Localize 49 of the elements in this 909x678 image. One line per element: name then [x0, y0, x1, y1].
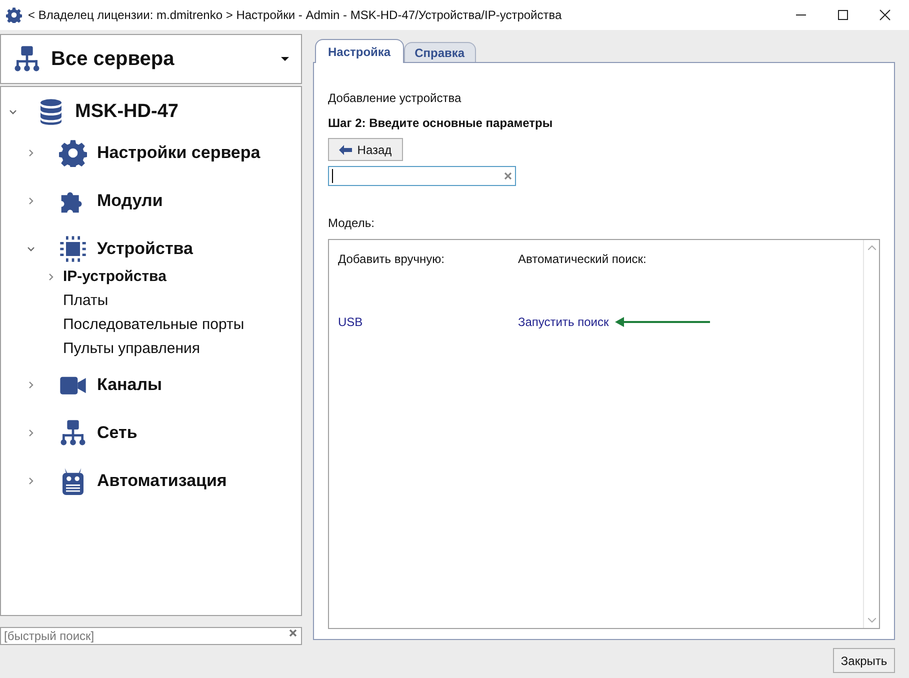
- tree-item[interactable]: Автоматизация: [97, 468, 227, 494]
- tree-item[interactable]: MSK-HD-47: [75, 98, 178, 126]
- expand-chevron-icon[interactable]: [47, 273, 55, 281]
- scroll-up-icon[interactable]: [868, 245, 876, 250]
- tree-item[interactable]: Сеть: [97, 420, 138, 446]
- tree-item[interactable]: Каналы: [97, 372, 162, 398]
- scroll-down-icon[interactable]: [868, 618, 876, 623]
- step-title: Шаг 2: Введите основные параметры: [328, 115, 554, 132]
- server-name: Все сервера: [51, 47, 174, 72]
- gear-icon: [6, 7, 22, 23]
- tree-item[interactable]: Платы: [63, 290, 108, 312]
- scrollbar[interactable]: [863, 240, 879, 628]
- column-header: Автоматический поиск:: [518, 251, 648, 268]
- network-icon: [59, 419, 87, 447]
- model-label: Модель:: [328, 215, 376, 232]
- left-arrow-icon: [339, 144, 352, 154]
- search-field[interactable]: [328, 166, 516, 186]
- expand-chevron-icon[interactable]: [27, 381, 35, 389]
- close-icon[interactable]: [879, 9, 891, 21]
- clear-icon[interactable]: [504, 172, 512, 180]
- window-title: < Владелец лицензии: m.dmitrenko > Настройки - Admin - MSK-HD-47/Устройства/IP-устройства: [28, 7, 562, 24]
- maximize-icon[interactable]: [837, 9, 849, 21]
- quick-search-field[interactable]: [быстрый поиск]: [0, 627, 302, 645]
- section-heading: Добавление устройства: [328, 90, 462, 107]
- tree-item[interactable]: Последовательные порты: [63, 314, 244, 336]
- tree-item[interactable]: Настройки сервера: [97, 140, 260, 166]
- collapse-chevron-icon[interactable]: [9, 108, 17, 116]
- link[interactable]: Запустить поиск: [518, 313, 609, 331]
- collapse-chevron-icon[interactable]: [27, 245, 35, 253]
- close-button[interactable]: Закрыть: [833, 648, 895, 673]
- tab[interactable]: Настройка: [315, 39, 404, 63]
- tree-item[interactable]: Модули: [97, 188, 163, 214]
- expand-chevron-icon[interactable]: [27, 477, 35, 485]
- expand-chevron-icon[interactable]: [27, 197, 35, 205]
- expand-chevron-icon[interactable]: [27, 429, 35, 437]
- link[interactable]: USB: [338, 313, 363, 331]
- network-icon: [13, 45, 41, 73]
- gear-icon: [59, 139, 87, 167]
- clear-icon[interactable]: [289, 629, 297, 637]
- tab[interactable]: Справка: [404, 42, 476, 62]
- back-button[interactable]: Назад: [328, 138, 403, 161]
- column-header: Добавить вручную:: [338, 251, 446, 268]
- tree-item[interactable]: Пульты управления: [63, 338, 200, 360]
- tree-item[interactable]: Устройства: [97, 236, 193, 262]
- tree-item[interactable]: IP-устройства: [63, 266, 166, 288]
- server-dropdown[interactable]: Все сервера: [0, 34, 302, 84]
- expand-chevron-icon[interactable]: [27, 149, 35, 157]
- chip-icon: [59, 235, 87, 263]
- dropdown-caret-icon: [281, 57, 289, 61]
